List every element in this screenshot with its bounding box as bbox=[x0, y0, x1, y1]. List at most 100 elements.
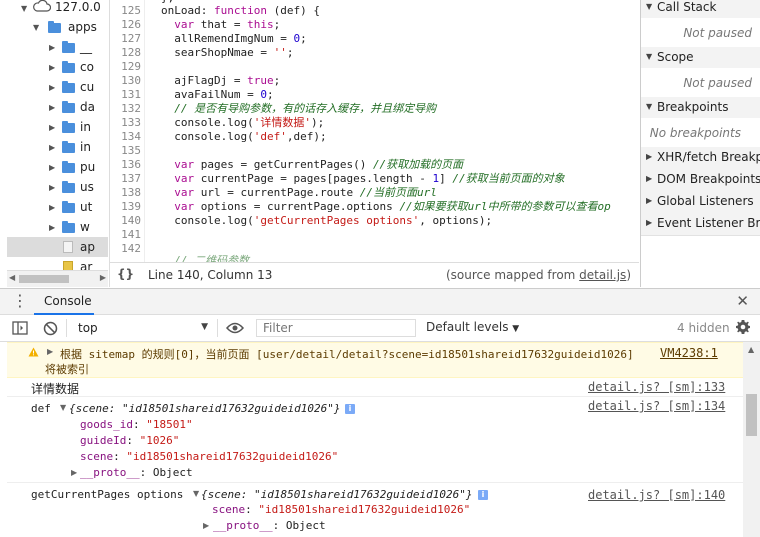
line-number[interactable]: 129 bbox=[121, 60, 141, 74]
eye-icon[interactable] bbox=[226, 322, 244, 334]
sidebar-section-header[interactable]: ▶ Global Listeners bbox=[641, 191, 760, 214]
info-icon[interactable]: i bbox=[478, 490, 488, 500]
line-number[interactable]: 136 bbox=[121, 158, 141, 172]
proto-entry[interactable]: __proto__: Object bbox=[80, 466, 193, 479]
tree-root-item[interactable]: ▼ 127.0.0 bbox=[7, 0, 108, 17]
code-line[interactable]: allRemendImgNum = 0; bbox=[161, 32, 306, 46]
tree-folder-item[interactable]: ▼ apps bbox=[7, 17, 108, 37]
line-number[interactable]: 137 bbox=[121, 172, 141, 186]
expand-arrow-icon[interactable]: ▶ bbox=[49, 63, 55, 72]
expand-arrow-icon[interactable]: ▶ bbox=[49, 43, 55, 52]
tree-folder-item[interactable]: ▶ in bbox=[7, 117, 108, 137]
tree-folder-item[interactable]: ▶ ut bbox=[7, 197, 108, 217]
code-line[interactable]: console.log('详情数据'); bbox=[161, 116, 324, 130]
tree-file-item[interactable]: ar bbox=[7, 257, 108, 270]
tree-folder-item[interactable]: ▶ da bbox=[7, 97, 108, 117]
navigator-horizontal-scrollbar[interactable]: ◀ ▶ bbox=[7, 270, 108, 287]
line-number[interactable]: 132 bbox=[121, 102, 141, 116]
expand-arrow-icon[interactable]: ▶ bbox=[49, 123, 55, 132]
expand-arrow-icon[interactable]: ▶ bbox=[49, 83, 55, 92]
line-number[interactable]: 130 bbox=[121, 74, 141, 88]
console-vertical-scrollbar[interactable]: ▲ bbox=[743, 342, 760, 537]
context-selector[interactable]: top ▼ bbox=[70, 318, 210, 338]
object-summary[interactable]: {scene: "id18501shareid17632guideid1026"… bbox=[69, 402, 341, 415]
sidebar-section-header[interactable]: ▼ Call Stack bbox=[641, 0, 760, 19]
sidebar-section-header[interactable]: ▶ Event Listener Breakpoints bbox=[641, 213, 760, 236]
tree-folder-item[interactable]: ▶ __ bbox=[7, 37, 108, 57]
line-number[interactable]: 140 bbox=[121, 214, 141, 228]
sidebar-section-header[interactable]: ▼ Scope bbox=[641, 47, 760, 69]
scroll-left-icon[interactable]: ◀ bbox=[9, 273, 15, 282]
log-source-link[interactable]: detail.js? [sm]:133 bbox=[588, 380, 725, 394]
expand-arrow-icon[interactable]: ▶ bbox=[49, 223, 55, 232]
tree-folder-item[interactable]: ▶ w bbox=[7, 217, 108, 237]
expand-arrow-icon[interactable]: ▶ bbox=[71, 468, 77, 477]
expand-arrow-icon[interactable]: ▶ bbox=[646, 218, 652, 227]
proto-entry[interactable]: __proto__: Object bbox=[213, 519, 326, 532]
line-number[interactable]: 133 bbox=[121, 116, 141, 130]
code-line[interactable]: var options = currentPage.options //如果要获… bbox=[161, 200, 611, 214]
expand-arrow-icon[interactable]: ▼ bbox=[21, 4, 27, 13]
tree-folder-item[interactable]: ▶ co bbox=[7, 57, 108, 77]
line-number[interactable]: 126 bbox=[121, 18, 141, 32]
expand-arrow-icon[interactable]: ▶ bbox=[49, 143, 55, 152]
code-line[interactable]: // 是否有导购参数，有的话存入缓存，并且绑定导购 bbox=[161, 102, 436, 116]
line-number[interactable]: 127 bbox=[121, 32, 141, 46]
source-file-link[interactable]: detail.js bbox=[579, 268, 626, 282]
scroll-up-icon[interactable]: ▲ bbox=[748, 345, 754, 354]
tree-file-item[interactable]: ap bbox=[7, 237, 108, 257]
code-editor[interactable]: 125 126 127 128 129 130 131 132 133 134 135 136 137 1… bbox=[109, 0, 640, 262]
code-line[interactable]: ajFlagDj = true; bbox=[161, 74, 280, 88]
code-line[interactable]: var url = currentPage.route //当前页面url bbox=[161, 186, 437, 200]
log-source-link[interactable]: detail.js? [sm]:140 bbox=[588, 488, 725, 502]
info-icon[interactable]: i bbox=[345, 404, 355, 414]
scrollbar-thumb[interactable] bbox=[19, 275, 69, 283]
expand-arrow-icon[interactable]: ▶ bbox=[646, 174, 652, 183]
collapse-arrow-icon[interactable]: ▼ bbox=[193, 489, 199, 498]
warning-source-link[interactable]: VM4238:1 bbox=[660, 346, 718, 360]
code-line[interactable]: onLoad: function (def) { bbox=[161, 4, 320, 18]
code-line[interactable]: console.log('getCurrentPages options', o… bbox=[161, 214, 492, 228]
expand-arrow-icon[interactable]: ▶ bbox=[49, 183, 55, 192]
line-number[interactable]: 135 bbox=[121, 144, 141, 158]
sidebar-toggle-icon[interactable] bbox=[12, 321, 28, 335]
clear-console-icon[interactable] bbox=[43, 321, 58, 336]
line-number[interactable]: 131 bbox=[121, 88, 141, 102]
tree-folder-item[interactable]: ▶ in bbox=[7, 137, 108, 157]
pretty-print-button[interactable]: {} bbox=[117, 267, 134, 281]
collapse-arrow-icon[interactable]: ▼ bbox=[60, 403, 66, 412]
console-filter-input[interactable] bbox=[256, 319, 416, 337]
expand-arrow-icon[interactable]: ▶ bbox=[49, 163, 55, 172]
collapse-arrow-icon[interactable]: ▼ bbox=[646, 2, 652, 11]
scroll-right-icon[interactable]: ▶ bbox=[100, 273, 106, 282]
collapse-arrow-icon[interactable]: ▼ bbox=[646, 52, 652, 61]
line-number-gutter[interactable]: 125 126 127 128 129 130 131 132 133 134 135 136 137 1… bbox=[110, 0, 145, 262]
code-line[interactable]: var that = this; bbox=[161, 18, 280, 32]
tree-folder-item[interactable]: ▶ cu bbox=[7, 77, 108, 97]
tree-folder-item[interactable]: ▶ pu bbox=[7, 157, 108, 177]
expand-arrow-icon[interactable]: ▶ bbox=[646, 152, 652, 161]
tab-console[interactable]: Console bbox=[34, 289, 94, 315]
line-number[interactable]: 142 bbox=[121, 242, 141, 256]
gear-icon[interactable] bbox=[735, 319, 751, 335]
close-drawer-icon[interactable]: ✕ bbox=[736, 292, 749, 310]
log-levels-dropdown[interactable]: Default levels ▼ bbox=[426, 320, 519, 334]
collapse-arrow-icon[interactable]: ▼ bbox=[33, 23, 39, 32]
code-line[interactable]: console.log('def',def); bbox=[161, 130, 326, 144]
expand-arrow-icon[interactable]: ▶ bbox=[646, 196, 652, 205]
object-summary[interactable]: {scene: "id18501shareid17632guideid1026"… bbox=[201, 488, 473, 501]
scrollbar-thumb[interactable] bbox=[746, 394, 757, 436]
expand-arrow-icon[interactable]: ▶ bbox=[49, 103, 55, 112]
line-number[interactable]: 128 bbox=[121, 46, 141, 60]
line-number[interactable]: 138 bbox=[121, 186, 141, 200]
line-number[interactable]: 141 bbox=[121, 228, 141, 242]
expand-arrow-icon[interactable]: ▶ bbox=[47, 347, 53, 356]
code-line[interactable]: var pages = getCurrentPages() //获取加载的页面 bbox=[161, 158, 463, 172]
tree-folder-item[interactable]: ▶ us bbox=[7, 177, 108, 197]
log-source-link[interactable]: detail.js? [sm]:134 bbox=[588, 399, 725, 413]
sidebar-section-header[interactable]: ▶ XHR/fetch Breakpoints bbox=[641, 147, 760, 170]
more-tabs-menu-icon[interactable]: ⋮ bbox=[12, 291, 28, 310]
sidebar-section-header[interactable]: ▶ DOM Breakpoints bbox=[641, 169, 760, 192]
collapse-arrow-icon[interactable]: ▼ bbox=[646, 102, 652, 111]
line-number[interactable]: 125 bbox=[121, 4, 141, 18]
